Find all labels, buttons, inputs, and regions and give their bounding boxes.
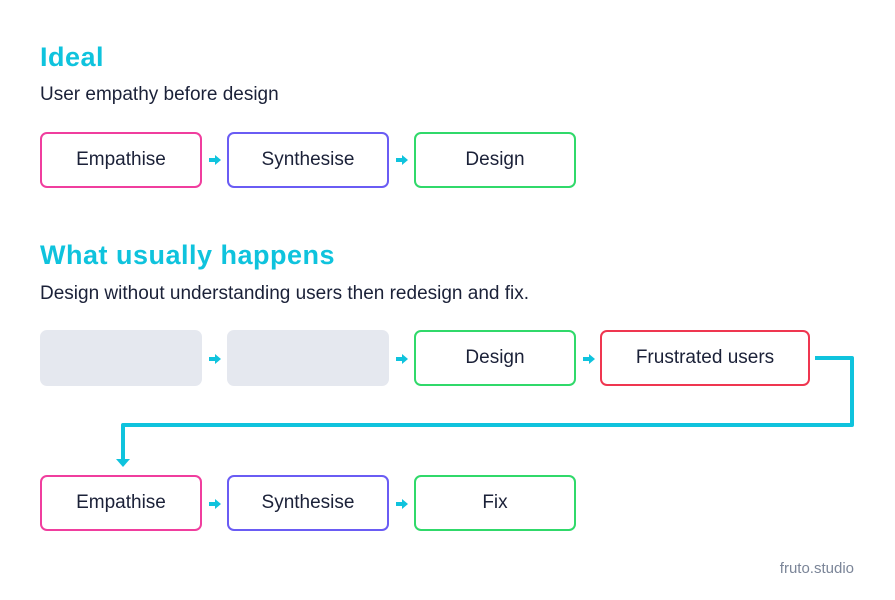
arrow-right-icon (396, 499, 408, 509)
arrow-down-icon (116, 459, 130, 467)
arrow-right-icon (209, 499, 221, 509)
usual-step-synthesise: Synthesise (227, 475, 389, 531)
usual-step-fix: Fix (414, 475, 576, 531)
footer-brand: fruto.studio (779, 560, 854, 577)
usual-step-empathise: Empathise (40, 475, 202, 531)
